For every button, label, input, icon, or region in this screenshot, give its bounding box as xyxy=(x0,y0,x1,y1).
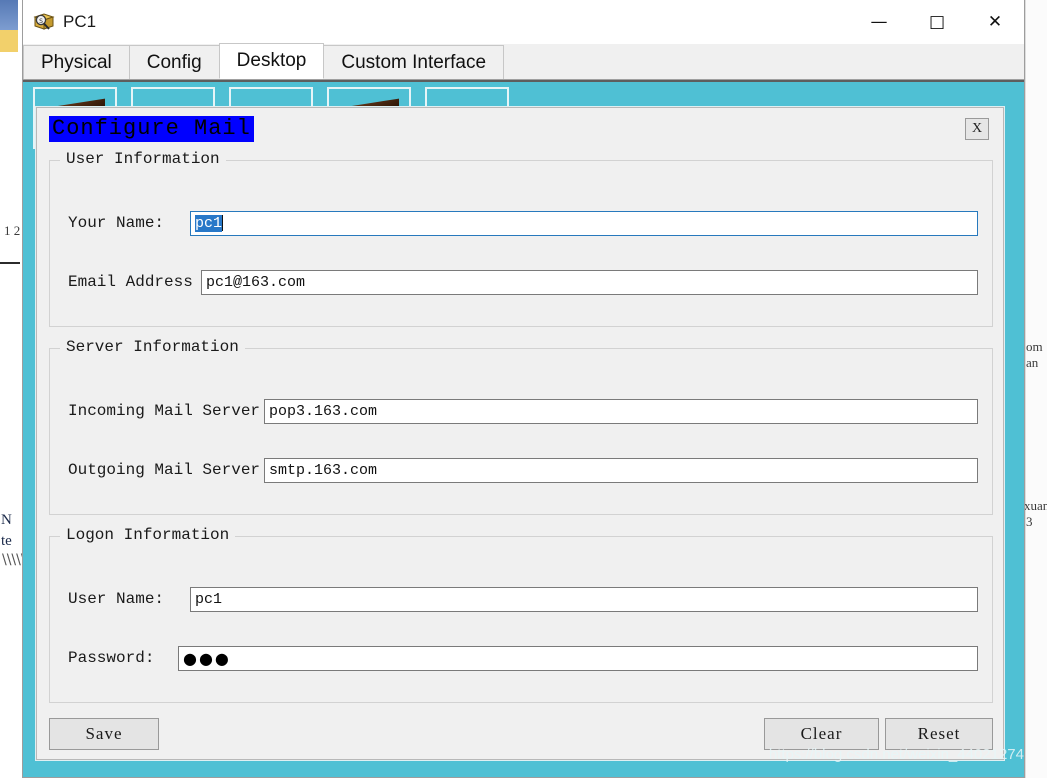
background-blue-band xyxy=(0,0,18,30)
window-controls: — □ ✕ xyxy=(850,0,1024,44)
close-icon: ✕ xyxy=(987,11,1003,32)
user-name-input[interactable]: pc1 xyxy=(190,586,978,612)
group-server-information-legend: Server Information xyxy=(60,338,245,356)
save-button[interactable]: Save xyxy=(49,718,159,750)
desktop-panel: Configure Mail X User Information Your N… xyxy=(23,80,1024,777)
configure-mail-dialog: Configure Mail X User Information Your N… xyxy=(36,107,1004,760)
your-name-input[interactable]: pc1 xyxy=(190,210,978,236)
group-logon-information: Logon Information User Name: pc1 Passwor… xyxy=(49,526,993,703)
background-left-strip xyxy=(0,0,23,778)
background-fragment-right-b: an xyxy=(1026,355,1039,370)
tab-strip: Physical Config Desktop Custom Interface xyxy=(23,43,1024,80)
incoming-mail-server-value: pop3.163.com xyxy=(269,402,378,420)
outgoing-mail-server-input[interactable]: smtp.163.com xyxy=(264,457,978,483)
email-address-value: pc1@163.com xyxy=(206,273,306,291)
password-input[interactable]: ●●● xyxy=(178,645,978,671)
tab-desktop[interactable]: Desktop xyxy=(218,43,325,79)
group-user-information: User Information Your Name: pc1 Email Ad… xyxy=(49,150,993,327)
window-title: PC1 xyxy=(63,12,97,31)
tab-physical[interactable]: Physical xyxy=(23,45,130,79)
incoming-mail-server-input[interactable]: pop3.163.com xyxy=(264,398,978,424)
outgoing-mail-server-label: Outgoing Mail Server xyxy=(68,461,261,479)
email-address-input[interactable]: pc1@163.com xyxy=(201,269,978,295)
field-row-incoming-mail-server: Incoming Mail Server pop3.163.com xyxy=(68,398,978,424)
group-user-information-legend: User Information xyxy=(60,150,226,168)
field-row-outgoing-mail-server: Outgoing Mail Server smtp.163.com xyxy=(68,457,978,483)
field-row-password: Password: ●●● xyxy=(68,645,978,671)
background-right-panel xyxy=(1025,0,1047,778)
background-fragment-right-a: om xyxy=(1026,339,1043,354)
close-button[interactable]: ✕ xyxy=(966,0,1024,44)
your-name-label: Your Name: xyxy=(68,214,165,232)
watermark-text: https://blog.csdn.net/weixin_44021274 xyxy=(768,746,1024,763)
tab-config-label: Config xyxy=(146,51,202,73)
clear-button-label: Clear xyxy=(800,724,843,743)
pc1-window: S PC1 — □ ✕ Physical Config Desktop Cust… xyxy=(22,0,1025,778)
background-fragment-right-d: 3 xyxy=(1026,514,1033,529)
magnifier-package-icon: S xyxy=(33,11,55,33)
background-fragment-left-a: N xyxy=(1,512,12,528)
outgoing-mail-server-value: smtp.163.com xyxy=(269,461,378,479)
background-yellow-band xyxy=(0,30,18,52)
save-button-label: Save xyxy=(85,724,123,743)
email-address-label: Email Address xyxy=(68,273,193,291)
minimize-button[interactable]: — xyxy=(850,0,908,44)
group-server-information: Server Information Incoming Mail Server … xyxy=(49,338,993,515)
tab-desktop-label: Desktop xyxy=(236,50,307,71)
dialog-close-button[interactable]: X xyxy=(965,118,989,140)
your-name-value: pc1 xyxy=(195,214,223,232)
tab-custom-interface[interactable]: Custom Interface xyxy=(323,45,505,79)
field-row-user-name: User Name: pc1 xyxy=(68,586,978,612)
svg-text:S: S xyxy=(39,18,43,25)
dialog-close-icon: X xyxy=(971,121,983,136)
reset-button-label: Reset xyxy=(917,724,961,743)
tab-config[interactable]: Config xyxy=(128,45,220,79)
field-row-your-name: Your Name: pc1 xyxy=(68,210,978,236)
background-rule xyxy=(0,262,20,264)
maximize-icon: □ xyxy=(928,11,946,32)
user-name-value: pc1 xyxy=(195,590,223,608)
tab-custom-interface-label: Custom Interface xyxy=(341,51,487,73)
screen-root: 1 2 N te \\\\\\ om an xuan 3 S PC1 — □ ✕… xyxy=(0,0,1047,778)
dialog-titlebar: Configure Mail X xyxy=(49,116,991,142)
password-value: ●●● xyxy=(183,648,231,668)
dialog-title: Configure Mail xyxy=(49,116,254,142)
incoming-mail-server-label: Incoming Mail Server xyxy=(68,402,261,420)
maximize-button[interactable]: □ xyxy=(908,0,966,44)
minimize-icon: — xyxy=(870,11,888,32)
background-fragment-right-c: xuan xyxy=(1024,498,1047,513)
password-label: Password: xyxy=(68,649,155,667)
user-name-label: User Name: xyxy=(68,590,165,608)
field-row-email-address: Email Address pc1@163.com xyxy=(68,269,978,295)
tab-physical-label: Physical xyxy=(41,51,112,73)
tab-strip-filler xyxy=(503,45,1024,79)
background-fragment-left-top: 1 2 xyxy=(4,223,21,238)
group-logon-information-legend: Logon Information xyxy=(60,526,236,544)
background-fragment-left-b: te xyxy=(1,533,12,549)
window-titlebar: S PC1 — □ ✕ xyxy=(23,0,1024,44)
